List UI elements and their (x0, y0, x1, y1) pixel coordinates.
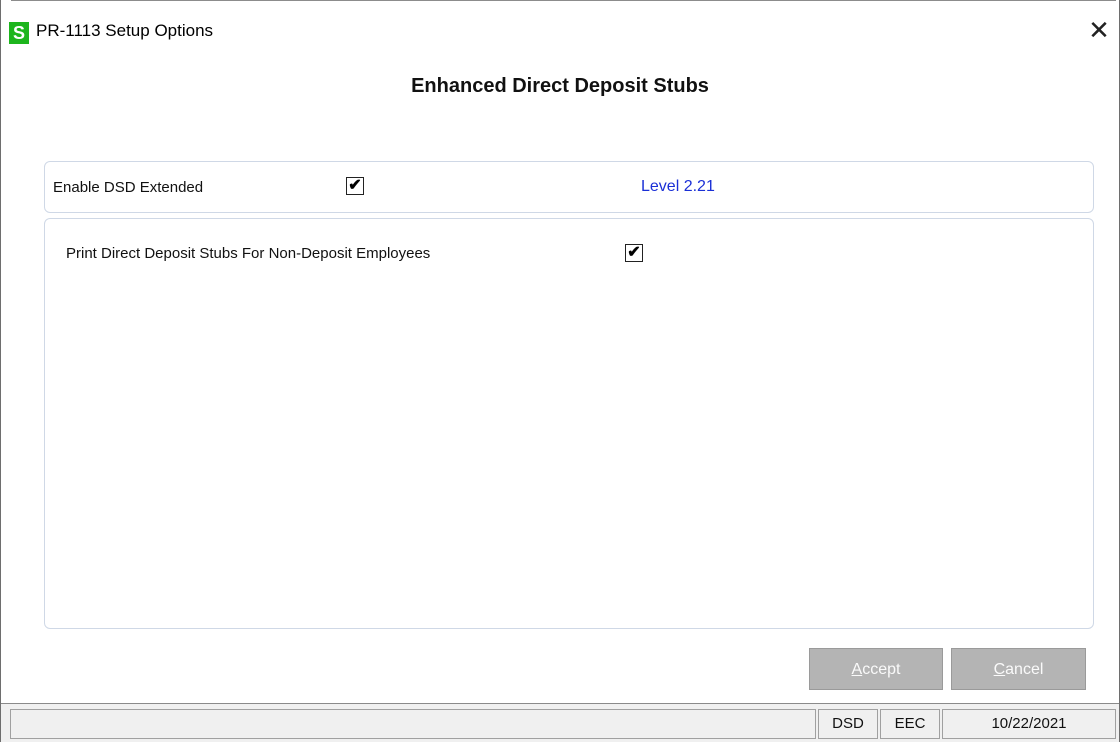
cancel-button[interactable]: Cancel (951, 648, 1086, 690)
window-title: PR-1113 Setup Options (36, 21, 214, 40)
accept-button[interactable]: Accept (809, 648, 943, 690)
cancel-label: ancel (1005, 661, 1044, 678)
background-window-edge (11, 0, 1116, 7)
page-title: Enhanced Direct Deposit Stubs (411, 75, 709, 97)
status-dsd: DSD (818, 709, 878, 739)
accept-label: ccept (862, 661, 901, 678)
enable-dsd-extended-label: Enable DSD Extended (53, 179, 204, 196)
enable-dsd-extended-checkbox[interactable]: ✔ (346, 177, 364, 195)
cancel-mnemonic: C (993, 661, 1006, 678)
status-message (10, 709, 816, 739)
status-eec: EEC (880, 709, 940, 739)
close-icon[interactable]: ✕ (1079, 10, 1119, 50)
status-bar: DSD EEC 10/22/2021 (1, 703, 1119, 742)
app-icon: S (9, 22, 29, 44)
setup-options-window: S PR-1113 Setup Options ✕ Enhanced Direc… (0, 0, 1120, 742)
print-stubs-label: Print Direct Deposit Stubs For Non-Depos… (66, 245, 431, 262)
status-date: 10/22/2021 (942, 709, 1116, 739)
stub-options-group (44, 218, 1094, 629)
level-label: Level 2.21 (641, 178, 715, 195)
accept-mnemonic: A (851, 661, 863, 678)
print-stubs-checkbox[interactable]: ✔ (625, 244, 643, 262)
